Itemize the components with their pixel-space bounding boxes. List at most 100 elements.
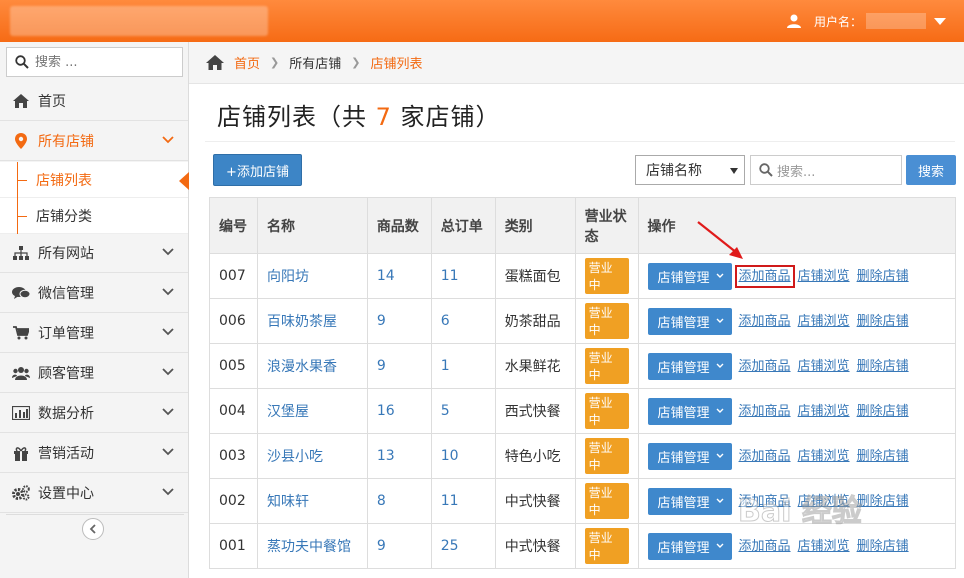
shop-manage-button[interactable]: 店铺管理: [647, 397, 732, 425]
shop-search-input[interactable]: 搜索...: [750, 155, 902, 185]
goods-count-link[interactable]: 9: [366, 523, 432, 569]
add-goods-link[interactable]: 添加商品: [739, 359, 791, 374]
sidebar-item-all-sites[interactable]: 所有网站: [0, 234, 188, 273]
shop-manage-button[interactable]: 店铺管理: [647, 442, 732, 470]
order-count-link[interactable]: 11: [430, 253, 496, 299]
shop-category: 奶茶甜品: [494, 298, 576, 344]
user-menu[interactable]: 用户名：: [786, 0, 946, 42]
browse-shop-link[interactable]: 店铺浏览: [798, 539, 850, 554]
search-button[interactable]: 搜索: [906, 155, 956, 185]
delete-shop-link[interactable]: 删除店铺: [857, 404, 909, 419]
add-goods-link[interactable]: 添加商品: [739, 449, 791, 464]
order-count-link[interactable]: 10: [430, 433, 496, 479]
chevron-down-icon: [716, 543, 724, 548]
shop-manage-button[interactable]: 店铺管理: [647, 532, 732, 560]
sidebar-item-marketing[interactable]: 营销活动: [0, 434, 188, 473]
add-goods-link[interactable]: 添加商品: [734, 265, 795, 288]
shop-count: 7: [375, 103, 392, 131]
active-indicator-arrow: [179, 172, 189, 190]
order-count-link[interactable]: 5: [430, 388, 496, 434]
goods-count-link[interactable]: 8: [366, 478, 432, 524]
table-row: 003 沙县小吃 13 10 特色小吃 营业中 店铺管理 添加商品 店铺浏览 删除店铺: [209, 433, 957, 479]
browse-shop-link[interactable]: 店铺浏览: [798, 359, 850, 374]
sidebar-item-home[interactable]: 首页: [0, 82, 188, 121]
sidebar-search-input[interactable]: [35, 54, 165, 70]
shop-name-link[interactable]: 向阳坊: [256, 253, 368, 299]
chat-icon: [12, 284, 30, 302]
order-count-link[interactable]: 25: [430, 523, 496, 569]
chevron-down-icon: [162, 408, 174, 416]
sitemap-icon: [12, 244, 30, 262]
table-header-row: 编号 名称 商品数 总订单 类别 营业状态 操作: [209, 197, 957, 254]
shop-search-placeholder: 搜索...: [777, 164, 816, 180]
add-goods-link[interactable]: 添加商品: [739, 404, 791, 419]
goods-count-link[interactable]: 9: [366, 343, 432, 389]
delete-shop-link[interactable]: 删除店铺: [857, 359, 909, 374]
browse-shop-link[interactable]: 店铺浏览: [798, 449, 850, 464]
goods-count-link[interactable]: 9: [366, 298, 432, 344]
sidebar-subitem-shop-list[interactable]: 店铺列表: [0, 162, 189, 198]
search-icon: [759, 163, 773, 177]
goods-count-link[interactable]: 16: [366, 388, 432, 434]
user-label: 用户名：: [813, 14, 862, 29]
delete-shop-link[interactable]: 删除店铺: [857, 314, 909, 329]
breadcrumb-home-link[interactable]: 首页: [234, 53, 260, 72]
shop-manage-button[interactable]: 店铺管理: [647, 307, 732, 335]
sidebar-item-orders[interactable]: 订单管理: [0, 314, 188, 353]
browse-shop-link[interactable]: 店铺浏览: [798, 314, 850, 329]
shop-name-link[interactable]: 沙县小吃: [256, 433, 368, 479]
column-header: 总订单: [430, 197, 496, 254]
add-goods-link[interactable]: 添加商品: [739, 539, 791, 554]
gears-icon: [12, 484, 30, 502]
sidebar-search[interactable]: [6, 47, 183, 77]
column-header: 编号: [209, 197, 258, 254]
add-shop-button[interactable]: +添加店铺: [213, 154, 302, 186]
sidebar-item-customers[interactable]: 顾客管理: [0, 354, 188, 393]
order-count-link[interactable]: 1: [430, 343, 496, 389]
shop-name-link[interactable]: 百味奶茶屋: [256, 298, 368, 344]
delete-shop-link[interactable]: 删除店铺: [857, 269, 909, 284]
chevron-right-icon: ❯: [351, 56, 361, 69]
chevron-down-icon: [162, 488, 174, 496]
delete-shop-link[interactable]: 删除店铺: [857, 449, 909, 464]
shop-category: 水果鲜花: [494, 343, 576, 389]
sidebar-item-settings[interactable]: 设置中心: [0, 474, 188, 513]
order-count-link[interactable]: 11: [430, 478, 496, 524]
browse-shop-link[interactable]: 店铺浏览: [798, 269, 850, 284]
table-row: 007 向阳坊 14 11 蛋糕面包 营业中 店铺管理 添加商品 店铺浏览 删除店铺: [209, 253, 957, 299]
caret-down-icon[interactable]: [934, 17, 946, 25]
sidebar-item-label: 设置中心: [38, 486, 94, 502]
delete-shop-link[interactable]: 删除店铺: [857, 539, 909, 554]
shop-name-link[interactable]: 汉堡屋: [256, 388, 368, 434]
sidebar-item-analytics[interactable]: 数据分析: [0, 394, 188, 433]
shop-category: 蛋糕面包: [494, 253, 576, 299]
sidebar-item-label: 数据分析: [38, 406, 94, 422]
sidebar-item-label: 订单管理: [38, 326, 94, 342]
column-header: 营业状态: [574, 197, 639, 254]
sidebar-item-wechat[interactable]: 微信管理: [0, 274, 188, 313]
sidebar-subitem-shop-category[interactable]: 店铺分类: [0, 198, 188, 234]
shop-name-link[interactable]: 浪漫水果香: [256, 343, 368, 389]
collapse-sidebar-button[interactable]: [82, 518, 104, 540]
map-pin-icon: [12, 132, 30, 150]
add-goods-link[interactable]: 添加商品: [739, 314, 791, 329]
shop-id: 005: [209, 343, 258, 389]
shop-manage-button[interactable]: 店铺管理: [647, 352, 732, 380]
shop-manage-button[interactable]: 店铺管理: [647, 487, 732, 515]
breadcrumb-shop-list[interactable]: 店铺列表: [370, 53, 422, 72]
shop-name-link[interactable]: 知味轩: [256, 478, 368, 524]
search-field-select[interactable]: 店铺名称: [635, 155, 745, 185]
goods-count-link[interactable]: 13: [366, 433, 432, 479]
status-badge: 营业中: [584, 258, 629, 294]
search-field-select-value: 店铺名称: [646, 163, 702, 179]
status-badge: 营业中: [584, 528, 629, 564]
browse-shop-link[interactable]: 店铺浏览: [798, 404, 850, 419]
breadcrumb-all-shops[interactable]: 所有店铺: [289, 53, 341, 72]
order-count-link[interactable]: 6: [430, 298, 496, 344]
shop-category: 中式快餐: [494, 523, 576, 569]
chevron-down-icon: [162, 248, 174, 256]
goods-count-link[interactable]: 14: [366, 253, 432, 299]
sidebar-subitem-label: 店铺分类: [36, 208, 92, 225]
sidebar-item-all-shops[interactable]: 所有店铺: [0, 122, 188, 161]
shop-name-link[interactable]: 蒸功夫中餐馆: [256, 523, 368, 569]
